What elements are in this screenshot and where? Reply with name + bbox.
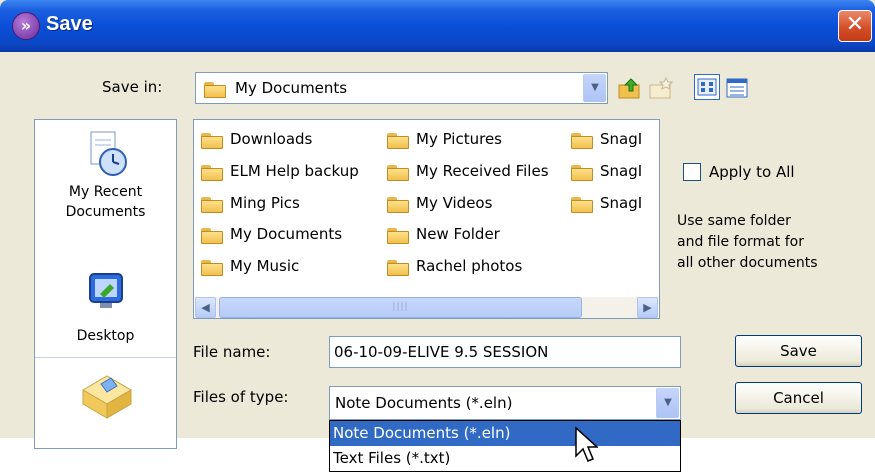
dropdown-option[interactable]: Note Documents (*.eln) — [330, 421, 680, 446]
list-item[interactable]: My Received Files — [386, 158, 549, 184]
file-type-combo[interactable]: Note Documents (*.eln) ▼ — [329, 386, 681, 420]
cancel-button[interactable]: Cancel — [735, 382, 862, 414]
folder-icon — [386, 258, 410, 276]
scroll-right-button[interactable]: ▶ — [637, 297, 658, 318]
file-name-label: File name: — [193, 343, 271, 361]
place-label: Documents — [65, 204, 146, 220]
folder-icon — [386, 163, 410, 181]
folder-icon — [200, 131, 224, 149]
chevron-left-icon: ◀ — [201, 301, 210, 314]
scroll-thumb[interactable]: |||| — [219, 297, 582, 318]
title-bar[interactable]: » Save ✕ — [0, 0, 875, 52]
folder-icon — [386, 226, 410, 244]
list-item[interactable]: My Documents — [200, 221, 342, 247]
folder-icon — [570, 163, 594, 181]
apply-all-note: and file format for — [677, 234, 804, 250]
list-item[interactable]: SnagI — [570, 190, 642, 216]
scroll-left-button[interactable]: ◀ — [195, 297, 216, 318]
list-item[interactable]: My Videos — [386, 190, 492, 216]
dropdown-option[interactable]: Text Files (*.txt) — [330, 446, 680, 471]
list-item[interactable]: SnagI — [570, 158, 642, 184]
chevron-down-icon[interactable]: ▼ — [583, 74, 606, 102]
place-label: Desktop — [76, 328, 135, 344]
mouse-cursor-icon — [575, 426, 598, 462]
my-documents-folder-icon — [203, 80, 227, 98]
save-in-label: Save in: — [102, 78, 163, 96]
file-name-input[interactable]: 06-10-09-ELIVE 9.5 SESSION — [329, 336, 681, 368]
list-item[interactable]: My Pictures — [386, 126, 502, 152]
save-in-combo[interactable]: My Documents ▼ — [195, 72, 608, 104]
up-folder-button[interactable] — [617, 76, 643, 100]
list-view-icon — [697, 78, 717, 96]
folder-icon — [200, 195, 224, 213]
chevron-right-icon: ▶ — [643, 301, 652, 314]
new-folder-button[interactable] — [648, 76, 674, 100]
window-title: Save — [46, 13, 93, 35]
list-item[interactable]: My Music — [200, 253, 299, 279]
folder-icon — [386, 195, 410, 213]
places-bar: My Recent Documents Desktop — [34, 119, 177, 449]
apply-all-note: Use same folder — [677, 213, 791, 229]
folder-shortcut-icon — [200, 226, 224, 244]
folder-icon — [200, 163, 224, 181]
list-item[interactable]: New Folder — [386, 221, 500, 247]
file-list[interactable]: Downloads ELM Help backup Ming Pics My D… — [193, 119, 660, 319]
place-label: My Recent — [68, 184, 143, 200]
apply-all-panel: Apply to All Use same folder and file fo… — [663, 119, 863, 319]
apply-all-note: all other documents — [677, 255, 818, 271]
desktop-icon — [88, 273, 123, 308]
up-folder-icon — [618, 78, 640, 99]
list-item[interactable]: Rachel photos — [386, 253, 522, 279]
list-item[interactable]: ELM Help backup — [200, 158, 359, 184]
app-icon: » — [12, 12, 40, 40]
file-type-value: Note Documents (*.eln) — [335, 394, 513, 412]
new-folder-icon — [649, 76, 674, 99]
apply-to-all-label: Apply to All — [709, 163, 795, 181]
folder-icon — [570, 195, 594, 213]
file-type-dropdown[interactable]: Note Documents (*.eln) Text Files (*.txt… — [329, 420, 681, 472]
apply-to-all-checkbox[interactable] — [683, 163, 701, 181]
pictures-folder-icon — [386, 131, 410, 149]
recent-documents-icon — [90, 131, 127, 176]
place-desktop[interactable]: Desktop — [35, 270, 176, 344]
list-item[interactable]: Downloads — [200, 126, 312, 152]
horizontal-scrollbar[interactable]: ◀ |||| ▶ — [195, 297, 658, 318]
close-button[interactable]: ✕ — [838, 10, 872, 42]
list-item[interactable]: SnagI — [570, 126, 642, 152]
place-my-recent-documents[interactable]: My Recent Documents — [35, 128, 176, 222]
place-my-documents[interactable] — [35, 357, 176, 448]
save-button[interactable]: Save — [735, 335, 862, 367]
close-icon: ✕ — [845, 12, 865, 37]
save-dialog: » Save ✕ Save in: My Documents ▼ My Rece… — [0, 0, 875, 449]
save-in-value: My Documents — [235, 79, 348, 97]
music-folder-icon — [200, 258, 224, 276]
folder-icon — [570, 131, 594, 149]
view-details-button[interactable] — [724, 76, 750, 100]
chevron-down-icon[interactable]: ▼ — [656, 388, 679, 418]
view-list-button[interactable] — [694, 74, 720, 100]
details-view-icon — [726, 78, 748, 98]
file-type-label: Files of type: — [193, 388, 289, 406]
list-item[interactable]: Ming Pics — [200, 190, 300, 216]
my-documents-icon — [82, 375, 132, 419]
